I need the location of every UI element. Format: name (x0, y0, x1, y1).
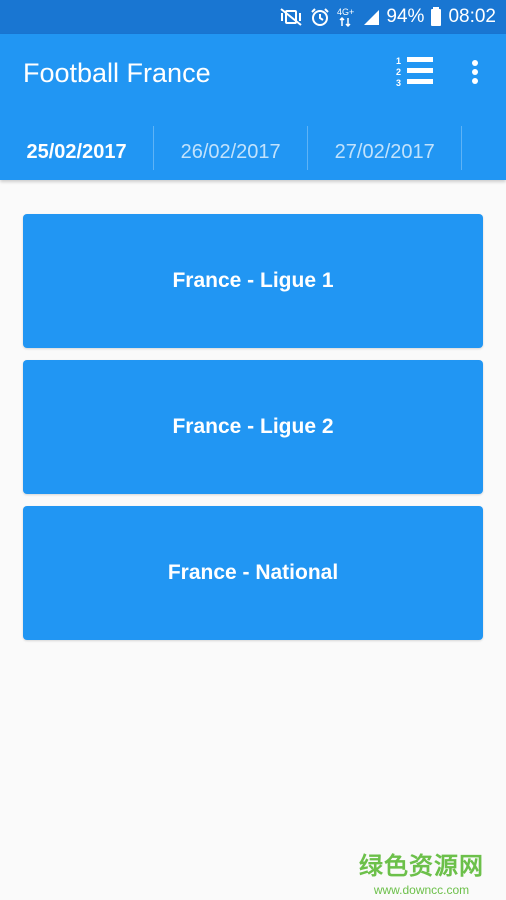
tab-date-2[interactable]: 26/02/2017 (154, 124, 307, 180)
ranking-button[interactable]: 1 2 3 (392, 56, 438, 92)
watermark-url: www.downcc.com (373, 883, 470, 897)
svg-text:1: 1 (396, 56, 401, 66)
watermark-main: 绿色资源网 (359, 853, 484, 880)
battery-percent: 94% (386, 6, 425, 27)
network-4g-icon: 4G+ (336, 6, 356, 28)
status-bar: 4G+ 94% 08:02 (0, 0, 506, 34)
league-card-ligue-1[interactable]: France - Ligue 1 (23, 214, 483, 348)
tab-date-3[interactable]: 27/02/2017 (308, 124, 461, 180)
overflow-menu-button[interactable] (460, 56, 490, 92)
svg-text:2: 2 (396, 67, 401, 77)
league-card-national[interactable]: France - National (23, 506, 483, 640)
svg-text:4G+: 4G+ (337, 7, 354, 17)
alarm-icon (310, 7, 330, 27)
watermark: 绿色资源网 www.downcc.com (359, 846, 484, 897)
battery-icon (430, 7, 442, 27)
signal-icon (362, 8, 380, 26)
league-list: France - Ligue 1 France - Ligue 2 France… (23, 214, 483, 652)
ranking-list-icon: 1 2 3 (395, 55, 435, 94)
app-title: Football France (23, 58, 211, 88)
app-bar: Football France 1 2 3 25/02/2017 26/02/2… (0, 34, 506, 180)
clock: 08:02 (448, 6, 496, 27)
svg-text:3: 3 (396, 78, 401, 88)
tab-date-1[interactable]: 25/02/2017 (0, 124, 153, 180)
more-vert-icon (471, 59, 479, 90)
mute-vibrate-icon (278, 7, 304, 27)
tab-date-partial[interactable] (462, 124, 506, 180)
date-tabs: 25/02/2017 26/02/2017 27/02/2017 (0, 124, 506, 180)
league-card-ligue-2[interactable]: France - Ligue 2 (23, 360, 483, 494)
